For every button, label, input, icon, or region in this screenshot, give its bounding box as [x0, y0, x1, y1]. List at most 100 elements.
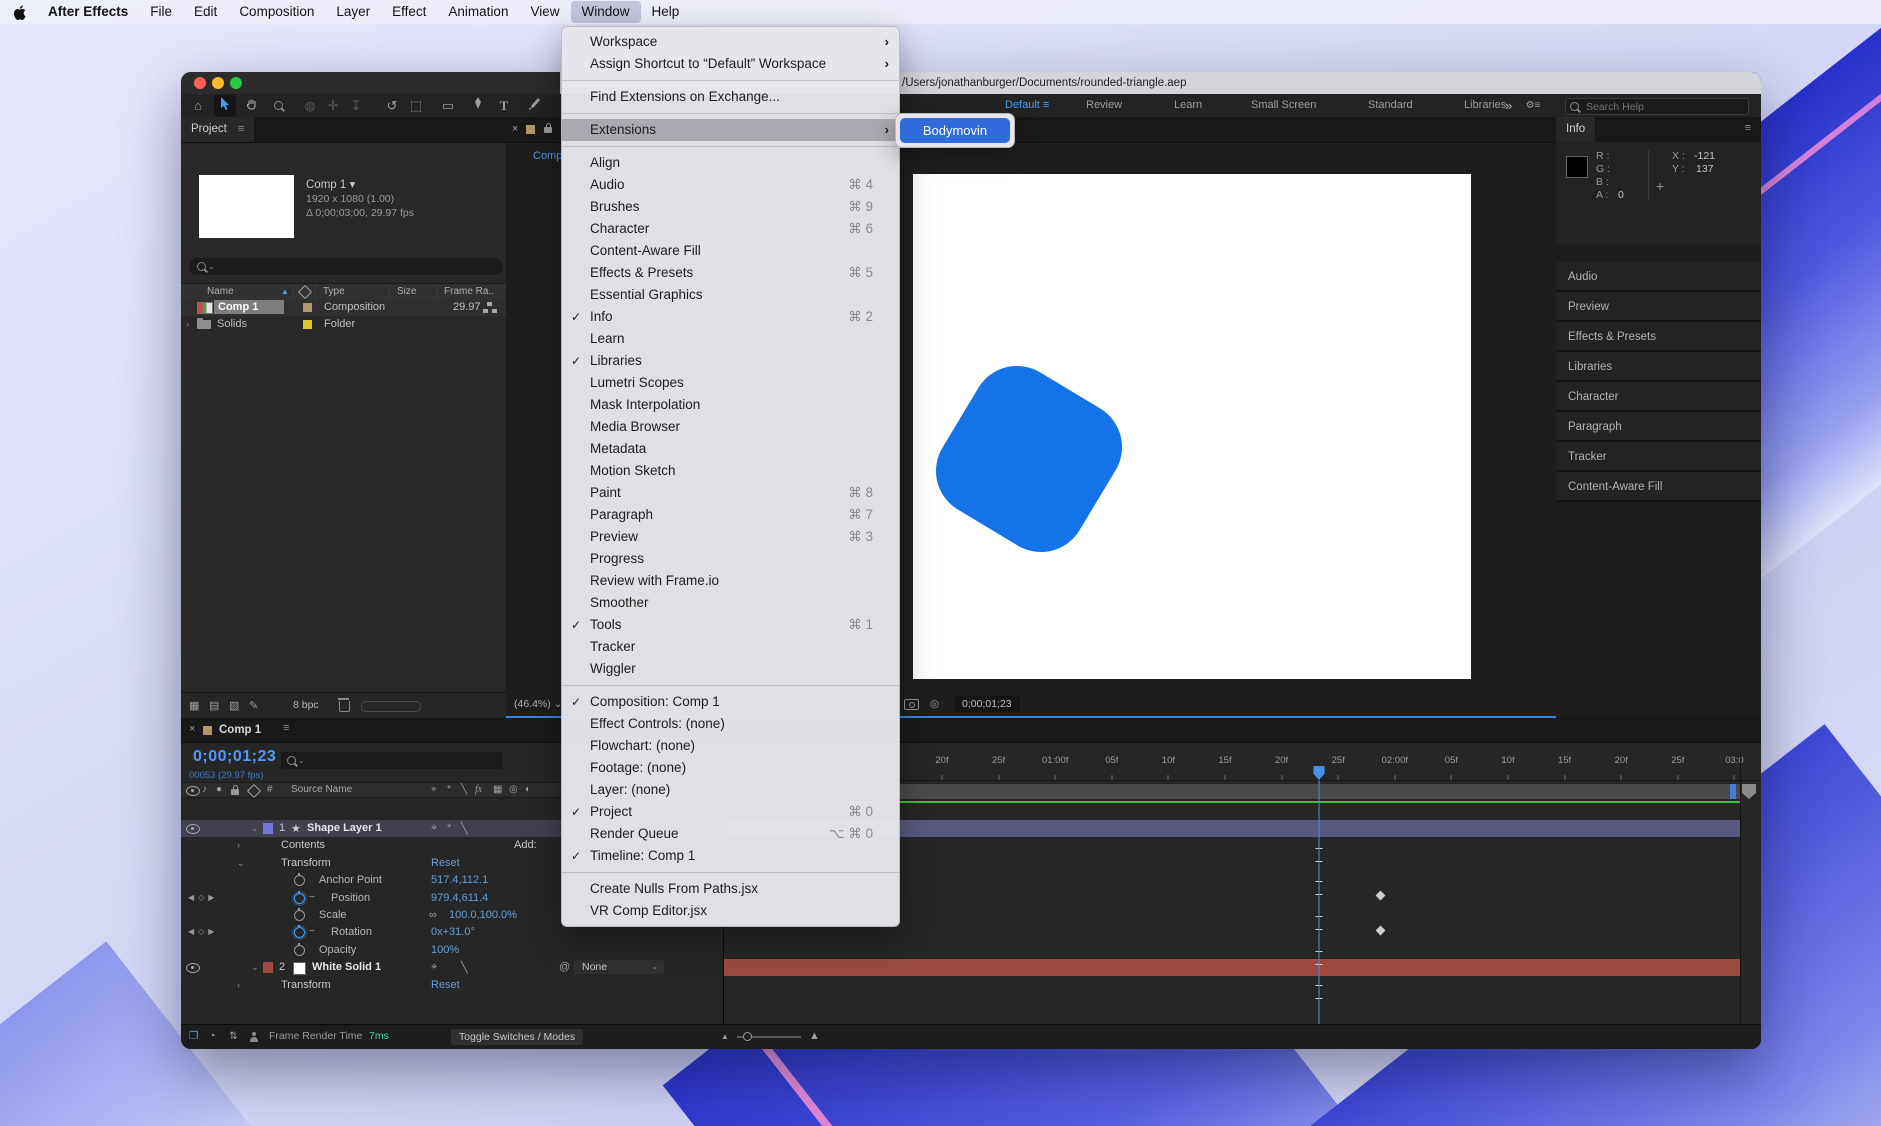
- workspace-menu-icon[interactable]: ≡: [1040, 99, 1049, 111]
- menu-item-bodymovin[interactable]: Bodymovin: [900, 118, 1010, 143]
- menu-item-lumetri-scopes[interactable]: Lumetri Scopes: [562, 372, 899, 394]
- expand-layers-icon[interactable]: ❐: [189, 1030, 198, 1042]
- menu-item-tracker[interactable]: Tracker: [562, 636, 899, 658]
- menu-item-flowchart-none-[interactable]: Flowchart: (none): [562, 735, 899, 757]
- property-value[interactable]: 979.4,611.4: [431, 892, 488, 904]
- hand-tool-icon[interactable]: [241, 94, 263, 117]
- constrain-proportions-icon[interactable]: ∞: [429, 909, 437, 921]
- docked-panel-paragraph[interactable]: Paragraph: [1556, 412, 1761, 442]
- close-icon[interactable]: ×: [512, 123, 518, 135]
- current-timecode[interactable]: 0;00;01;23: [193, 748, 276, 766]
- project-item-name[interactable]: Comp 1: [214, 300, 284, 314]
- pen-tool-icon[interactable]: [467, 94, 489, 117]
- zoom-window-button[interactable]: [230, 77, 242, 89]
- type-tool-icon[interactable]: T: [493, 94, 515, 117]
- property-row-opacity[interactable]: Opacity100%: [181, 942, 723, 959]
- dolly-camera-tool-icon[interactable]: ↧: [345, 94, 367, 117]
- workspace-tab-libraries[interactable]: Libraries: [1464, 94, 1506, 117]
- menu-item-paint[interactable]: Paint⌘ 8: [562, 482, 899, 504]
- timeline-tab-label[interactable]: Comp 1: [219, 718, 261, 742]
- zoom-in-mountain-icon[interactable]: ▲: [809, 1030, 820, 1042]
- timeline-nav-handle[interactable]: [1742, 784, 1756, 799]
- twirl-icon[interactable]: ›: [237, 980, 240, 990]
- menu-item-vr-comp-editor-jsx[interactable]: VR Comp Editor.jsx: [562, 900, 899, 922]
- workspace-tab-review[interactable]: Review: [1086, 94, 1122, 117]
- property-value[interactable]: Reset: [431, 979, 460, 991]
- panel-menu-icon[interactable]: ≡: [283, 722, 289, 734]
- property-value[interactable]: 100%: [431, 944, 459, 956]
- menu-item-layer-none-[interactable]: Layer: (none): [562, 779, 899, 801]
- twirl-icon[interactable]: ›: [237, 840, 240, 850]
- pan-camera-tool-icon[interactable]: ✛: [322, 94, 344, 117]
- help-search-input[interactable]: [1584, 100, 1728, 114]
- menu-item-info[interactable]: ✓Info⌘ 2: [562, 306, 899, 328]
- property-value[interactable]: Reset: [431, 857, 460, 869]
- parent-pickwhip-icon[interactable]: @: [559, 961, 570, 973]
- snapshot-camera-icon[interactable]: [904, 699, 919, 710]
- menu-item-align[interactable]: Align: [562, 152, 899, 174]
- orbit-camera-tool-icon[interactable]: ◍: [299, 94, 321, 117]
- menu-item-smoother[interactable]: Smoother: [562, 592, 899, 614]
- stopwatch-icon[interactable]: [294, 945, 305, 956]
- add-shape-label[interactable]: Add:: [514, 839, 537, 851]
- selection-tool-icon[interactable]: [214, 94, 236, 117]
- flowchart-icon[interactable]: [483, 302, 497, 313]
- menu-item-tools[interactable]: ✓Tools⌘ 1: [562, 614, 899, 636]
- docked-panel-effects-presets[interactable]: Effects & Presets: [1556, 322, 1761, 352]
- eye-icon[interactable]: [186, 824, 200, 834]
- workspace-tab-learn[interactable]: Learn: [1174, 94, 1202, 117]
- workspace-overflow-icon[interactable]: »: [1505, 94, 1512, 117]
- home-tool-icon[interactable]: ⌂: [187, 94, 209, 117]
- menu-item-motion-sketch[interactable]: Motion Sketch: [562, 460, 899, 482]
- solid-layer-duration-bar[interactable]: [724, 959, 1740, 976]
- new-composition-icon[interactable]: ▧: [229, 699, 239, 712]
- rectangle-tool-icon[interactable]: ▭: [437, 94, 459, 117]
- project-search-box[interactable]: ⌄: [189, 258, 503, 275]
- menu-item-render-queue[interactable]: Render Queue⌥ ⌘ 0: [562, 823, 899, 845]
- project-row-comp1[interactable]: Comp 1 Composition 29.97: [181, 299, 506, 316]
- menu-item-mask-interpolation[interactable]: Mask Interpolation: [562, 394, 899, 416]
- timeline-zoom-slider[interactable]: [737, 1036, 801, 1038]
- menu-item-media-browser[interactable]: Media Browser: [562, 416, 899, 438]
- zoom-tool-icon[interactable]: [267, 94, 289, 117]
- sort-ascending-icon[interactable]: ▲: [281, 285, 289, 298]
- brush-tool-icon[interactable]: [523, 94, 545, 117]
- menu-item-create-nulls-from-paths-jsx[interactable]: Create Nulls From Paths.jsx: [562, 878, 899, 900]
- project-row-solids[interactable]: › Solids Folder: [181, 316, 506, 333]
- close-window-button[interactable]: [194, 77, 206, 89]
- menu-item-extensions[interactable]: Extensions›: [562, 119, 899, 141]
- docked-panel-preview[interactable]: Preview: [1556, 292, 1761, 322]
- menubar-item-file[interactable]: File: [139, 1, 183, 23]
- comp-thumbnail[interactable]: [199, 175, 294, 238]
- menu-item-footage-none-[interactable]: Footage: (none): [562, 757, 899, 779]
- property-value[interactable]: 517.4,112.1: [431, 874, 488, 886]
- stopwatch-icon[interactable]: [294, 875, 305, 886]
- zoom-slider-knob[interactable]: [743, 1032, 752, 1041]
- menu-item-character[interactable]: Character⌘ 6: [562, 218, 899, 240]
- stopwatch-icon[interactable]: [294, 893, 305, 904]
- label-color-column-icon[interactable]: [298, 285, 312, 299]
- menu-item-project[interactable]: ✓Project⌘ 0: [562, 801, 899, 823]
- toggle-switches-modes-button[interactable]: Toggle Switches / Modes: [451, 1029, 583, 1045]
- workspace-tab-standard[interactable]: Standard: [1368, 94, 1413, 117]
- shy-switch-icon[interactable]: ⌖: [431, 961, 437, 974]
- stopwatch-icon[interactable]: [294, 927, 305, 938]
- project-scrollbar[interactable]: [361, 701, 421, 712]
- layer-color-chip[interactable]: [263, 823, 273, 834]
- trash-icon[interactable]: [339, 701, 350, 712]
- menubar-item-animation[interactable]: Animation: [437, 1, 519, 23]
- work-area-end-handle[interactable]: [1730, 784, 1736, 799]
- menu-item-progress[interactable]: Progress: [562, 548, 899, 570]
- layer-name[interactable]: White Solid 1: [312, 961, 381, 973]
- roi-tool-icon[interactable]: ⬚: [405, 94, 427, 117]
- project-item-name[interactable]: Solids: [217, 318, 247, 330]
- menubar-item-window[interactable]: Window: [571, 1, 641, 23]
- menu-item-preview[interactable]: Preview⌘ 3: [562, 526, 899, 548]
- workspace-tab-small-screen[interactable]: Small Screen: [1251, 94, 1316, 117]
- lock-icon[interactable]: [544, 127, 552, 133]
- menu-item-audio[interactable]: Audio⌘ 4: [562, 174, 899, 196]
- expand-icon[interactable]: ›: [186, 319, 189, 329]
- graph-editor-icon[interactable]: ~: [309, 892, 315, 903]
- menubar-item-after-effects[interactable]: After Effects: [37, 1, 139, 23]
- label-color-swatch[interactable]: [303, 320, 312, 329]
